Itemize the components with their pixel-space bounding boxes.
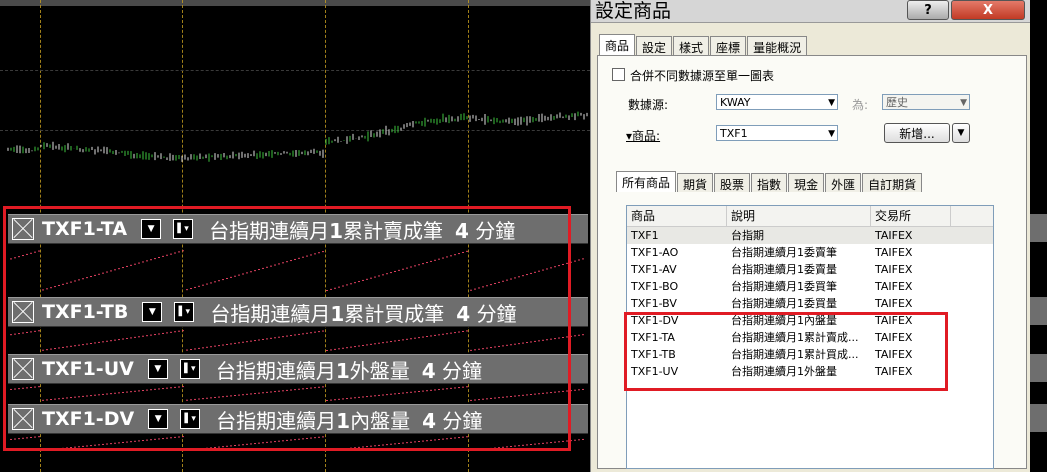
row-exchange: TAIFEX (875, 263, 913, 276)
tab-settings[interactable]: 設定 (636, 36, 673, 55)
tab-axis[interactable]: 座標 (710, 36, 747, 55)
indicator-point (578, 259, 580, 261)
row-symbol: TXF1-BV (631, 297, 677, 310)
symbol-select[interactable]: TXF1 ▼ (716, 125, 838, 141)
add-dropdown-button[interactable]: ▼ (952, 123, 970, 143)
type-label: 為: (852, 98, 869, 112)
type-select: 歷史 ▼ (882, 94, 970, 110)
row-description: 台指期連續月1委買量 (731, 297, 837, 310)
tab-forex[interactable]: 外匯 (825, 173, 862, 192)
row-exchange: TAIFEX (875, 280, 913, 293)
list-item[interactable]: TXF1-BV 台指期連續月1委買量 TAIFEX (627, 295, 993, 312)
settings-dialog: 設定商品 ? X 商品 設定 樣式 座標 量能概況 合併不同數據源至單一圖表 數… (590, 0, 1031, 472)
column-header-exchange[interactable]: 交易所 (871, 206, 951, 226)
panel-header-edge (1030, 354, 1047, 382)
tab-all-symbols[interactable]: 所有商品 (616, 171, 677, 192)
row-description: 台指期連續月1委賣筆 (731, 246, 837, 259)
symbol-label[interactable]: ▾商品: (626, 127, 660, 144)
indicator-point (582, 334, 584, 336)
indicator-point (582, 388, 584, 390)
row-symbol: TXF1-BO (631, 280, 679, 293)
datasource-select[interactable]: KWAY ▼ (716, 94, 838, 110)
dialog-titlebar[interactable]: 設定商品 ? X (591, 0, 1031, 23)
row-symbol: TXF1-AV (631, 263, 677, 276)
tab-volume-profile[interactable]: 量能概況 (747, 36, 808, 55)
row-description: 台指期 (731, 229, 764, 242)
indicator-point (578, 389, 580, 391)
indicator-point (582, 258, 584, 260)
row-symbol: TXF1-AO (631, 246, 679, 259)
tab-panel: 合併不同數據源至單一圖表 數據源: KWAY ▼ 為: 歷史 ▼ ▾商品: TXF1… (597, 55, 1027, 469)
tab-symbol[interactable]: 商品 (599, 34, 636, 55)
row-description: 台指期連續月1委買筆 (731, 280, 837, 293)
column-header-description[interactable]: 說明 (727, 206, 871, 226)
row-exchange: TAIFEX (875, 246, 913, 259)
chevron-down-icon: ▼ (828, 98, 835, 108)
close-button[interactable]: X (951, 0, 1025, 20)
row-description: 台指期連續月1委賣量 (731, 263, 837, 276)
list-item[interactable]: TXF1 台指期 TAIFEX (627, 227, 993, 244)
add-button[interactable]: 新增... (884, 123, 950, 143)
tab-spot[interactable]: 現金 (788, 173, 825, 192)
merge-checkbox[interactable] (612, 68, 625, 81)
category-tabs: 所有商品 期貨 股票 指數 現金 外匯 自訂期貨 (616, 171, 923, 192)
column-header-symbol[interactable]: 商品 (627, 206, 727, 226)
panel-header-edge (1030, 404, 1047, 432)
indicator-point (574, 439, 576, 441)
tab-custom-futures[interactable]: 自訂期貨 (862, 173, 923, 192)
dialog-tabs: 商品 設定 樣式 座標 量能概況 (599, 34, 808, 55)
list-item[interactable]: TXF1-BO 台指期連續月1委買筆 TAIFEX (627, 278, 993, 295)
row-symbol: TXF1 (631, 229, 659, 242)
tab-indices[interactable]: 指數 (751, 173, 788, 192)
merge-checkbox-label: 合併不同數據源至單一圖表 (630, 69, 775, 83)
indicator-point (582, 438, 584, 440)
help-button[interactable]: ? (907, 0, 949, 20)
list-item[interactable]: TXF1-AO 台指期連續月1委賣筆 TAIFEX (627, 244, 993, 261)
dialog-title: 設定商品 (595, 0, 672, 22)
datasource-label: 數據源: (628, 98, 669, 112)
list-item[interactable]: TXF1-AV 台指期連續月1委賣量 TAIFEX (627, 261, 993, 278)
chart-area[interactable]: TXF1-TA ▼ ▌▾ 台指期連續月1累計賣成筆 4 分鐘 TXF1-TB ▼… (0, 0, 590, 472)
tab-futures[interactable]: 期貨 (677, 173, 714, 192)
chevron-down-icon: ▼ (828, 129, 835, 139)
tab-style[interactable]: 樣式 (673, 36, 710, 55)
indicator-point (578, 334, 580, 336)
highlight-box (3, 206, 571, 451)
panel-header-edge (1030, 214, 1047, 242)
chart-right-edge (1030, 0, 1047, 472)
row-exchange: TAIFEX (875, 297, 913, 310)
highlight-box (624, 312, 948, 391)
indicator-point (574, 260, 576, 262)
list-header: 商品 說明 交易所 (627, 206, 993, 227)
tab-stocks[interactable]: 股票 (714, 173, 751, 192)
indicator-point (574, 389, 576, 391)
indicator-point (578, 439, 580, 441)
chevron-down-icon: ▼ (960, 98, 967, 108)
indicator-point (574, 335, 576, 337)
row-exchange: TAIFEX (875, 229, 913, 242)
panel-header-edge (1030, 297, 1047, 325)
